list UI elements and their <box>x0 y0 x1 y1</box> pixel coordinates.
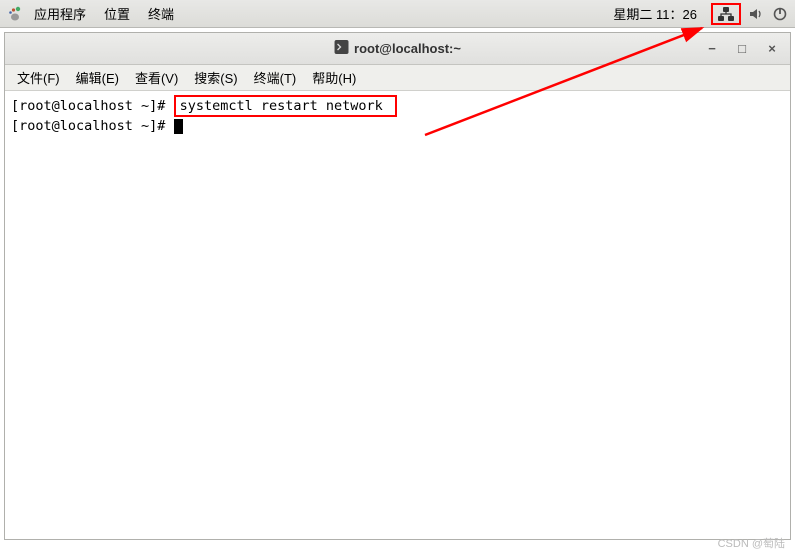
applications-menu[interactable]: 应用程序 <box>26 2 94 25</box>
highlighted-command: systemctl restart network <box>174 95 397 117</box>
watermark: CSDN @萄陆 <box>718 535 785 551</box>
menu-view[interactable]: 查看(V) <box>127 65 186 90</box>
close-button[interactable]: × <box>764 41 780 57</box>
menu-file[interactable]: 文件(F) <box>9 65 68 90</box>
menu-terminal[interactable]: 终端(T) <box>246 65 305 90</box>
window-title: root@localhost:~ <box>354 41 461 56</box>
gnome-foot-icon <box>6 5 24 23</box>
maximize-button[interactable]: □ <box>734 41 750 57</box>
terminal-content[interactable]: [root@localhost ~]# systemctl restart ne… <box>5 91 790 539</box>
menubar: 文件(F) 编辑(E) 查看(V) 搜索(S) 终端(T) 帮助(H) <box>5 65 790 91</box>
prompt: [root@localhost ~]# <box>11 118 174 134</box>
terminal-line-2: [root@localhost ~]# <box>11 117 784 135</box>
terminal-taskbar-item[interactable]: 终端 <box>140 2 182 25</box>
network-indicator-highlighted[interactable] <box>711 3 741 25</box>
power-icon[interactable] <box>771 5 789 23</box>
terminal-window: root@localhost:~ − □ × 文件(F) 编辑(E) 查看(V)… <box>4 32 791 540</box>
menu-edit[interactable]: 编辑(E) <box>68 65 127 90</box>
minimize-button[interactable]: − <box>704 41 720 57</box>
menu-help[interactable]: 帮助(H) <box>304 65 364 90</box>
desktop-top-panel: 应用程序 位置 终端 星期二 11：26 <box>0 0 795 28</box>
window-titlebar[interactable]: root@localhost:~ − □ × <box>5 33 790 65</box>
volume-icon[interactable] <box>747 5 765 23</box>
places-menu[interactable]: 位置 <box>96 2 138 25</box>
prompt: [root@localhost ~]# <box>11 98 174 114</box>
terminal-cursor <box>174 119 183 134</box>
clock-label[interactable]: 星期二 11：26 <box>605 2 705 25</box>
terminal-line-1: [root@localhost ~]# systemctl restart ne… <box>11 95 784 117</box>
menu-search[interactable]: 搜索(S) <box>186 65 245 90</box>
terminal-icon <box>334 40 348 57</box>
